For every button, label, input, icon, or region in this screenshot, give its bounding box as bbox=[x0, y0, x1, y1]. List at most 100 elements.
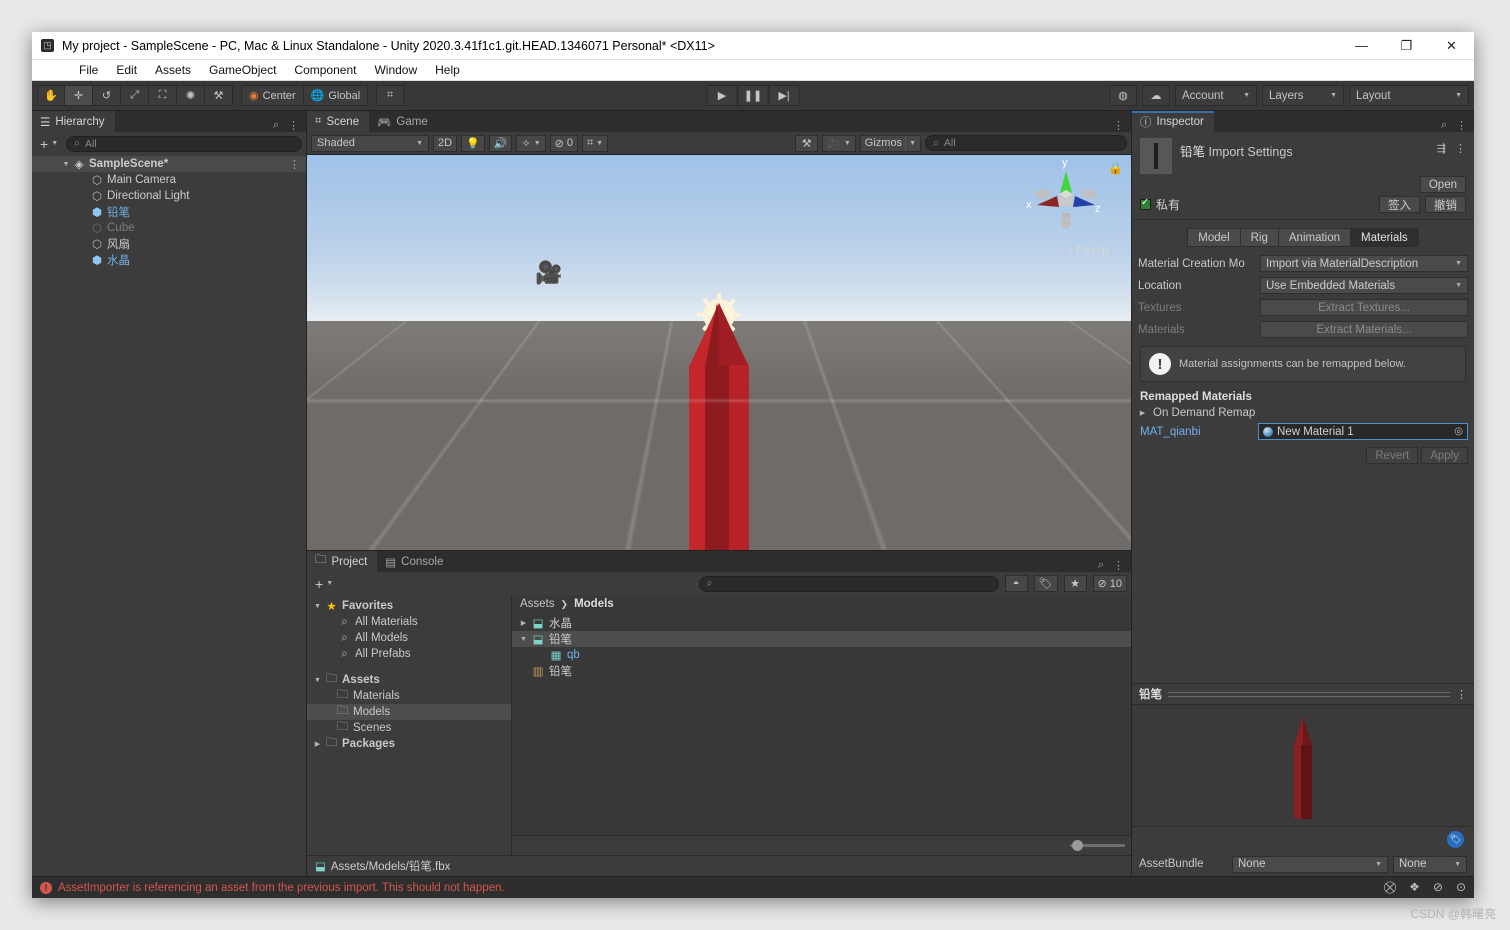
project-visibility-toggle[interactable]: ⊘ 10 bbox=[1093, 575, 1127, 592]
speaker-icon[interactable]: 🔊 bbox=[489, 135, 513, 152]
scene-draw-mode-dropdown[interactable]: Shaded ▼ bbox=[311, 135, 429, 152]
object-picker-icon[interactable]: ◎ bbox=[1454, 426, 1463, 437]
tab-project[interactable]: 🗀 Project bbox=[307, 551, 377, 572]
project-search-input[interactable]: ⌕ bbox=[699, 576, 999, 592]
tab-materials[interactable]: Materials bbox=[1351, 228, 1419, 247]
hierarchy-item-samplescene[interactable]: ▼ ◈ SampleScene* ⋮ bbox=[32, 156, 306, 172]
project-file-shuijing[interactable]: ▶ ⬓ 水晶 bbox=[512, 615, 1131, 631]
project-tree-favorites[interactable]: ▼ ★ Favorites bbox=[307, 598, 511, 614]
label-filter-icon[interactable]: 🏷 bbox=[1034, 575, 1058, 592]
chevron-right-icon[interactable]: ▶ bbox=[1136, 409, 1149, 417]
open-button[interactable]: Open bbox=[1420, 176, 1466, 193]
collab-icon[interactable]: ◍ bbox=[1109, 85, 1137, 106]
camera-gizmo-icon[interactable]: 🎥 bbox=[535, 260, 562, 286]
scene-search-input[interactable]: ⌕ All bbox=[925, 135, 1127, 151]
chevron-down-icon[interactable]: ▼ bbox=[596, 140, 603, 147]
chevron-right-icon[interactable]: ▶ bbox=[311, 740, 324, 748]
chevron-right-icon[interactable]: ▶ bbox=[517, 619, 530, 627]
preset-icon[interactable]: ⇶ bbox=[1437, 142, 1446, 174]
kebab-menu-icon[interactable]: ⋮ bbox=[1455, 142, 1466, 174]
label-tag-icon[interactable]: 🏷 bbox=[1447, 831, 1464, 848]
breadcrumb-assets[interactable]: Assets bbox=[520, 598, 555, 610]
menu-item-file[interactable]: File bbox=[70, 60, 107, 81]
assetbundle-variant-dropdown[interactable]: None ▼ bbox=[1393, 856, 1467, 873]
transform-tool-icon[interactable]: ✺ bbox=[177, 85, 205, 106]
favorite-filter-icon[interactable]: ★ bbox=[1064, 575, 1087, 592]
project-tree-all-models[interactable]: ⌕ All Models bbox=[307, 630, 511, 646]
chevron-down-icon[interactable]: ▼ bbox=[311, 603, 324, 610]
layout-dropdown[interactable]: Layout ▼ bbox=[1349, 85, 1469, 106]
step-button[interactable]: ▶| bbox=[769, 85, 800, 106]
tab-model[interactable]: Model bbox=[1187, 228, 1240, 247]
tab-hierarchy[interactable]: ☰ Hierarchy bbox=[32, 111, 115, 132]
tab-scene[interactable]: ⌗ Scene bbox=[307, 111, 369, 132]
menu-item-edit[interactable]: Edit bbox=[107, 60, 146, 81]
menu-item-gameobject[interactable]: GameObject bbox=[200, 60, 285, 81]
rect-tool-icon[interactable]: ⛶ bbox=[149, 85, 177, 106]
scene-visibility-toggle[interactable]: ⊘ 0 bbox=[550, 135, 578, 152]
breadcrumb-models[interactable]: Models bbox=[574, 598, 614, 610]
tab-console[interactable]: ▤ Console bbox=[377, 551, 453, 572]
project-tree-packages[interactable]: ▶ 🗀 Packages bbox=[307, 736, 511, 752]
grid-snap-icon[interactable]: ⌗ bbox=[376, 85, 404, 106]
revert-button[interactable]: Revert bbox=[1366, 447, 1418, 464]
pause-button[interactable]: ❚❚ bbox=[738, 85, 769, 106]
fx-icon[interactable]: ✧▼ bbox=[516, 135, 545, 152]
hierarchy-search-input[interactable]: ⌕ All bbox=[66, 136, 302, 152]
slider-knob[interactable] bbox=[1072, 840, 1083, 851]
location-dropdown[interactable]: Use Embedded Materials ▼ bbox=[1260, 277, 1468, 294]
grid-visibility-icon[interactable]: ⌗▼ bbox=[582, 135, 608, 152]
chevron-down-icon[interactable]: ▼ bbox=[311, 677, 324, 684]
kebab-menu-icon[interactable]: ⋮ bbox=[1456, 688, 1467, 701]
lock-icon[interactable]: ⌕ bbox=[1098, 559, 1104, 572]
icon-size-slider[interactable] bbox=[1070, 844, 1125, 847]
chevron-down-icon[interactable]: ▼ bbox=[60, 161, 72, 168]
custom-tool-icon[interactable]: ⚒ bbox=[205, 85, 233, 106]
close-button[interactable]: ✕ bbox=[1429, 32, 1474, 60]
rotate-tool-icon[interactable]: ↺ bbox=[93, 85, 121, 106]
on-demand-remap-foldout[interactable]: ▶ On Demand Remap bbox=[1132, 407, 1474, 422]
scene-orientation-gizmo[interactable]: y x z bbox=[1029, 163, 1103, 237]
kebab-menu-icon[interactable]: ⋮ bbox=[1456, 119, 1467, 132]
project-tree-all-materials[interactable]: ⌕ All Materials bbox=[307, 614, 511, 630]
hierarchy-item-main-camera[interactable]: ⬡ Main Camera bbox=[32, 172, 306, 188]
scale-tool-icon[interactable]: ⤢ bbox=[121, 85, 149, 106]
hierarchy-item-fengshan[interactable]: ⬡ 风扇 bbox=[32, 236, 306, 252]
kebab-menu-icon[interactable]: ⋮ bbox=[1113, 119, 1124, 132]
private-checkbox[interactable] bbox=[1140, 199, 1151, 210]
camera-icon[interactable]: 🎥▼ bbox=[822, 135, 856, 152]
menu-item-window[interactable]: Window bbox=[365, 60, 426, 81]
hierarchy-add-button[interactable]: + ▼ bbox=[36, 136, 62, 152]
kebab-menu-icon[interactable]: ⋮ bbox=[288, 119, 299, 132]
assetbundle-dropdown[interactable]: None ▼ bbox=[1232, 856, 1388, 873]
tab-inspector[interactable]: ⓘ Inspector bbox=[1132, 111, 1214, 132]
lock-icon[interactable]: ⌕ bbox=[1441, 119, 1447, 132]
no-collab-icon[interactable]: ⛒ bbox=[1384, 880, 1396, 895]
minimize-button[interactable]: — bbox=[1339, 32, 1384, 60]
lock-icon[interactable]: 🔒 bbox=[1108, 161, 1123, 175]
status-message[interactable]: AssetImporter is referencing an asset fr… bbox=[58, 882, 505, 894]
kebab-menu-icon[interactable]: ⋮ bbox=[1113, 559, 1124, 572]
chevron-down-icon[interactable]: ▼ bbox=[517, 636, 530, 643]
project-file-qianbi[interactable]: ▼ ⬓ 铅笔 bbox=[512, 631, 1131, 647]
check-icon[interactable]: ⊙ bbox=[1456, 880, 1466, 895]
tab-rig[interactable]: Rig bbox=[1241, 228, 1279, 247]
hierarchy-item-cube[interactable]: ⬡ Cube bbox=[32, 220, 306, 236]
cloud-icon[interactable]: ☁ bbox=[1142, 85, 1170, 106]
tab-game[interactable]: 🎮 Game bbox=[369, 111, 438, 132]
project-add-button[interactable]: + ▼ bbox=[311, 576, 337, 592]
wrench-icon[interactable]: ⚒ bbox=[795, 135, 818, 152]
project-file-qb[interactable]: ▦ qb bbox=[512, 647, 1131, 663]
projection-mode-label[interactable]: ‹ Persp bbox=[1068, 243, 1109, 257]
pencil-model[interactable] bbox=[689, 303, 749, 550]
project-tree-all-prefabs[interactable]: ⌕ All Prefabs bbox=[307, 646, 511, 662]
gizmos-dropdown[interactable]: Gizmos ▼ bbox=[860, 135, 921, 152]
play-button[interactable]: ▶ bbox=[707, 85, 738, 106]
layers-icon[interactable]: ❖ bbox=[1409, 880, 1420, 895]
apply-button[interactable]: Apply bbox=[1421, 447, 1468, 464]
menu-item-assets[interactable]: Assets bbox=[146, 60, 200, 81]
material-object-field[interactable]: New Material 1 ◎ bbox=[1258, 423, 1468, 440]
tab-animation[interactable]: Animation bbox=[1279, 228, 1351, 247]
scene-viewport[interactable]: 🎥 bbox=[307, 155, 1131, 550]
checkin-button[interactable]: 签入 bbox=[1379, 196, 1420, 213]
